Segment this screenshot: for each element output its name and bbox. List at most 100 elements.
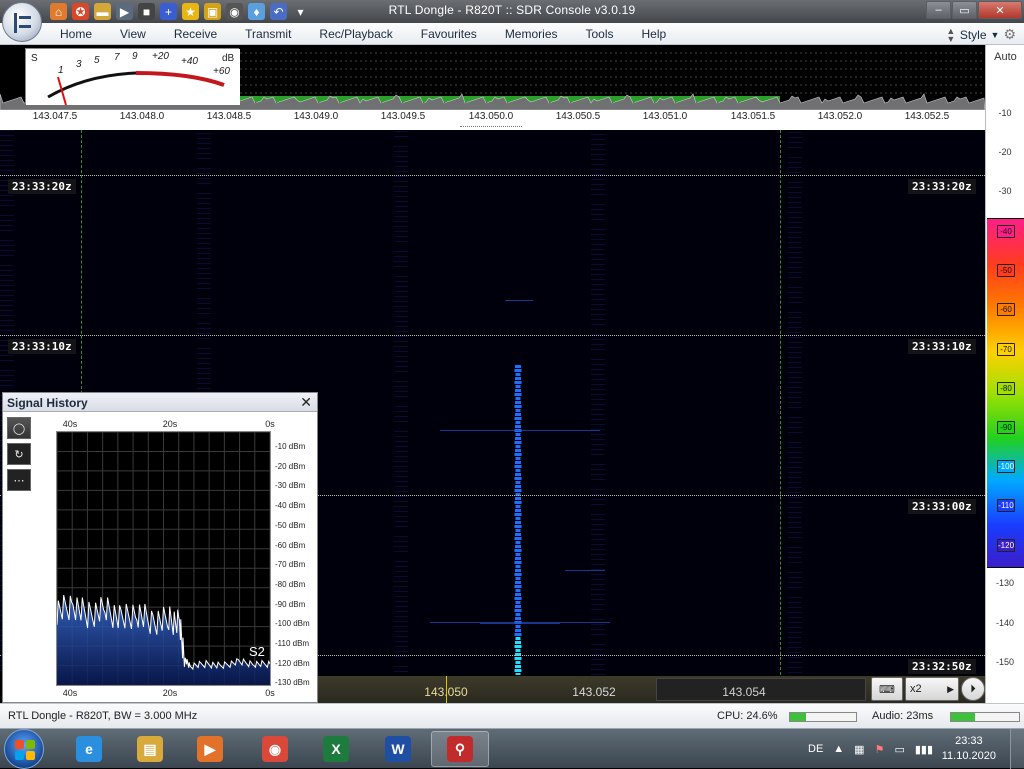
gear-icon[interactable]: ⚙ <box>1003 26 1016 43</box>
record-circle-icon[interactable]: ◯ <box>7 417 31 439</box>
app-menu-icon <box>14 13 32 33</box>
tab-home[interactable]: Home <box>46 27 106 41</box>
show-hidden-icons-icon[interactable]: ▲ <box>833 743 844 755</box>
status-bar: RTL Dongle - R820T, BW = 3.000 MHz CPU: … <box>0 703 1024 728</box>
close-button[interactable]: ✕ <box>978 1 1022 19</box>
application-menu-button[interactable] <box>2 2 42 42</box>
signal-history-titlebar[interactable]: Signal History ✕ <box>3 393 317 412</box>
passband-edge-line <box>780 130 781 675</box>
tab-tools[interactable]: Tools <box>572 27 628 41</box>
refresh-icon[interactable]: ↻ <box>7 443 31 465</box>
frequency-label: 143.052.5 <box>904 111 950 122</box>
tab-help[interactable]: Help <box>628 27 681 41</box>
history-x-label-bottom: 20s <box>162 688 178 698</box>
interference-streak <box>440 430 600 431</box>
level-scale-label: -30 <box>998 186 1012 197</box>
history-x-label-bottom: 40s <box>62 688 78 698</box>
tab-rec-playback[interactable]: Rec/Playback <box>305 27 406 41</box>
source-status: RTL Dongle - R820T, BW = 3.000 MHz <box>8 710 198 722</box>
history-y-label: -70 dBm <box>275 560 306 570</box>
audio-meter-fill <box>951 713 975 721</box>
frequency-axis[interactable]: 143.047.5 143.048.0 143.048.5 143.049.0 143.… <box>0 110 985 126</box>
clock-time: 23:33 <box>955 735 983 747</box>
palette-level-label[interactable]: -110 <box>997 499 1015 513</box>
zoom-selector[interactable]: x2 ▶ <box>905 677 959 701</box>
signal-strength-icon[interactable]: ▮▮▮ <box>915 743 933 756</box>
level-scale[interactable]: Auto -40 -50 -60 -70 -80 -90 -100 -110 -120 -10 -… <box>985 45 1024 703</box>
spectrum-grid <box>240 52 985 94</box>
excel-taskbar-button[interactable]: X <box>307 731 365 767</box>
ribbon-tabs: Home View Receive Transmit Rec/Playback Favou… <box>46 23 680 45</box>
history-y-label: -20 dBm <box>275 461 306 471</box>
time-gridline <box>0 175 985 176</box>
signal-history-tools: ◯ ↻ ⋯ <box>7 417 31 491</box>
s-meter-overload-label: +40 <box>181 56 198 67</box>
history-x-label-top: 40s <box>62 419 78 429</box>
passband-indicator[interactable] <box>240 96 780 102</box>
history-y-label: -50 dBm <box>275 520 306 530</box>
palette-level-label[interactable]: -80 <box>997 381 1015 395</box>
timestamp-right: 23:33:20z <box>908 179 976 194</box>
palette-level-label[interactable]: -60 <box>997 303 1015 317</box>
timestamp-left: 23:33:10z <box>8 339 76 354</box>
timestamp-right: 23:33:00z <box>908 499 976 514</box>
interference-streak <box>505 300 533 301</box>
minimize-button[interactable]: – <box>926 1 951 19</box>
sdr-console-taskbar-button[interactable]: ⚲ <box>431 731 489 767</box>
signal-history-title: Signal History <box>7 396 88 410</box>
internet-explorer-icon: e <box>76 736 102 762</box>
palette-level-label[interactable]: -40 <box>997 225 1015 238</box>
frequency-label: 143.049.5 <box>380 111 426 122</box>
cpu-meter <box>789 712 857 722</box>
level-scale-label: -130 <box>995 578 1014 589</box>
windows-logo-icon <box>15 740 35 760</box>
tab-favourites[interactable]: Favourites <box>407 27 491 41</box>
s-meter-scale-label: 9 <box>132 51 138 62</box>
splitter-grip[interactable] <box>460 126 522 129</box>
palette-level-label[interactable]: -100 <box>997 460 1015 474</box>
file-explorer-taskbar-button[interactable]: ▤ <box>121 731 179 767</box>
s-unit-readout: S2 <box>249 644 265 659</box>
palette-level-label[interactable]: -120 <box>997 538 1015 552</box>
frequency-label: 143.051.5 <box>730 111 776 122</box>
waterfall-bottom-strip[interactable]: ⌨ x2 ▶ ⏵ 143.050 143.052 143.054 <box>318 676 985 703</box>
tab-receive[interactable]: Receive <box>160 27 231 41</box>
timestamp-right: 23:33:10z <box>908 339 976 354</box>
internet-explorer-taskbar-button[interactable]: e <box>60 731 118 767</box>
media-player-taskbar-button[interactable]: ▶ <box>181 731 239 767</box>
chrome-taskbar-button[interactable]: ◉ <box>246 731 304 767</box>
auto-scale-button[interactable]: Auto <box>986 51 1024 63</box>
tab-view[interactable]: View <box>106 27 160 41</box>
close-icon[interactable]: ✕ <box>300 394 312 411</box>
palette-level-label[interactable]: -50 <box>997 264 1015 278</box>
network-icon[interactable]: ▦ <box>854 743 864 756</box>
maximize-button[interactable]: ▭ <box>952 1 977 19</box>
up-down-arrows-icon: ▲ ▼ <box>946 25 956 44</box>
signal-history-panel: Signal History ✕ ◯ ↻ ⋯ S2 40s 20s 0s 40s 20s 0s… <box>2 392 318 703</box>
db-unit-label: dB <box>222 53 235 64</box>
palette-level-label[interactable]: -90 <box>997 421 1015 434</box>
language-indicator[interactable]: DE <box>808 743 823 755</box>
playback-icon[interactable]: ⏵ <box>961 677 985 701</box>
more-options-icon[interactable]: ⋯ <box>7 469 31 491</box>
tab-transmit[interactable]: Transmit <box>231 27 305 41</box>
frequency-label: 143.050.5 <box>555 111 601 122</box>
clock[interactable]: 23:33 11.10.2020 <box>942 734 996 764</box>
sdr-console-icon: ⚲ <box>447 736 473 762</box>
cpu-meter-fill <box>790 713 807 721</box>
windows-taskbar: e ▤ ▶ ◉ X W ⚲ DE ▲ ▦ ⚑ ▭ ▮▮▮ 23:33 11.10.2020 <box>0 728 1024 769</box>
interference-streak <box>565 570 605 571</box>
palette-level-label[interactable]: -70 <box>997 342 1015 356</box>
start-button[interactable] <box>4 729 44 769</box>
word-icon: W <box>385 736 411 762</box>
show-desktop-button[interactable] <box>1010 729 1024 769</box>
tab-memories[interactable]: Memories <box>491 27 572 41</box>
keyboard-icon[interactable]: ⌨ <box>871 677 903 701</box>
display-icon[interactable]: ▭ <box>894 743 904 756</box>
bottom-frequency-label: 143.050 <box>424 685 468 699</box>
clock-date: 11.10.2020 <box>941 750 996 762</box>
style-menu[interactable]: ▲ ▼ Style ▼ ⚙ <box>946 26 1016 43</box>
spectrum-display[interactable]: SdB 1 3 5 7 9 +20 +40 +60 <box>0 45 985 110</box>
notification-flag-icon[interactable]: ⚑ <box>875 743 885 756</box>
word-taskbar-button[interactable]: W <box>369 731 427 767</box>
